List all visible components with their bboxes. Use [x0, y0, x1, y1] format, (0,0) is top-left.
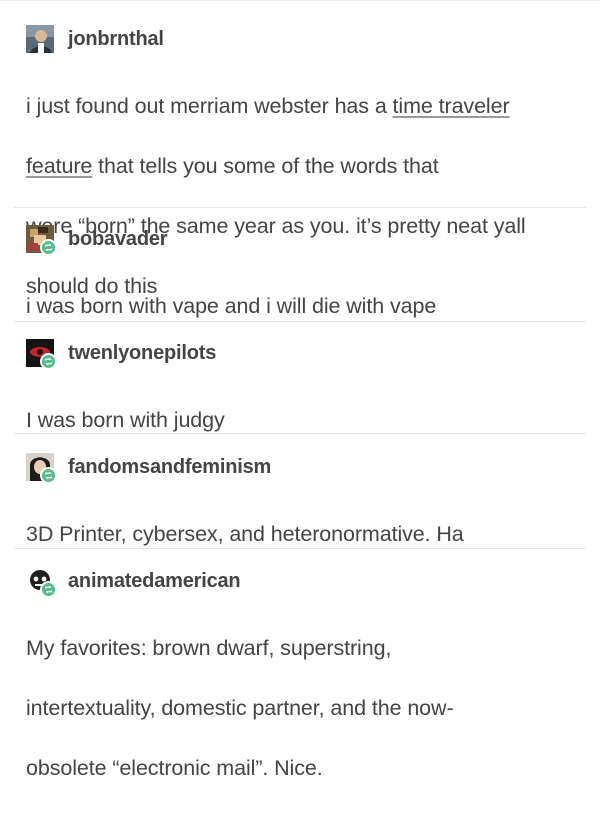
username[interactable]: twenlyonepilots [68, 340, 216, 366]
avatar[interactable] [26, 339, 57, 370]
post-divider [14, 321, 586, 322]
text-segment: i just found out merriam webster has a [26, 94, 393, 118]
reblog-icon [40, 581, 57, 598]
post-header: bobavader [26, 225, 584, 256]
text-segment: that tells you some of the words that [92, 154, 439, 178]
post-divider [14, 548, 586, 549]
top-divider [0, 0, 600, 1]
post-bobavader: bobavader i was born with vape and i wil… [0, 225, 600, 322]
avatar[interactable] [26, 567, 57, 598]
username[interactable]: fandomsandfeminism [68, 454, 271, 480]
text-line: obsolete “electronic mail”. Nice. [26, 756, 323, 780]
text-line: i was born with vape and i will die with… [26, 294, 437, 318]
text-line: I was born with judgy [26, 408, 225, 432]
avatar[interactable] [26, 25, 54, 53]
post-fandomsandfeminism: fandomsandfeminism 3D Printer, cybersex,… [0, 453, 600, 549]
post-body: 3D Printer, cybersex, and heteronormativ… [26, 489, 584, 579]
post-body: i was born with vape and i will die with… [26, 261, 584, 351]
username[interactable]: jonbrnthal [68, 26, 164, 52]
post-twenlyonepilots: twenlyonepilots I was born with judgy [0, 339, 600, 434]
post-body: My favorites: brown dwarf, superstring, … [26, 603, 584, 813]
text-line: 3D Printer, cybersex, and heteronormativ… [26, 522, 464, 546]
post-header: twenlyonepilots [26, 339, 584, 370]
post-header: fandomsandfeminism [26, 453, 584, 484]
avatar[interactable] [26, 453, 57, 484]
reblog-icon [40, 239, 57, 256]
post-jonbrnthal: jonbrnthal i just found out merriam webs… [0, 25, 600, 298]
post-header: animatedamerican [26, 567, 584, 598]
post-header: jonbrnthal [26, 25, 584, 53]
text-line: My favorites: brown dwarf, superstring, [26, 636, 392, 660]
post-divider [14, 207, 586, 208]
username[interactable]: animatedamerican [68, 568, 241, 594]
post-divider [14, 433, 586, 434]
username[interactable]: bobavader [68, 226, 168, 252]
portrait-avatar-icon [26, 25, 54, 53]
time-traveler-link[interactable]: time traveler [393, 94, 510, 118]
reblog-icon [40, 467, 57, 484]
avatar[interactable] [26, 225, 57, 256]
feature-link[interactable]: feature [26, 154, 92, 178]
text-line: intertextuality, domestic partner, and t… [26, 696, 454, 720]
post-animatedamerican: animatedamerican My favorites: brown dwa… [0, 567, 600, 780]
reblog-icon [40, 353, 57, 370]
post-body: I was born with judgy [26, 375, 584, 465]
